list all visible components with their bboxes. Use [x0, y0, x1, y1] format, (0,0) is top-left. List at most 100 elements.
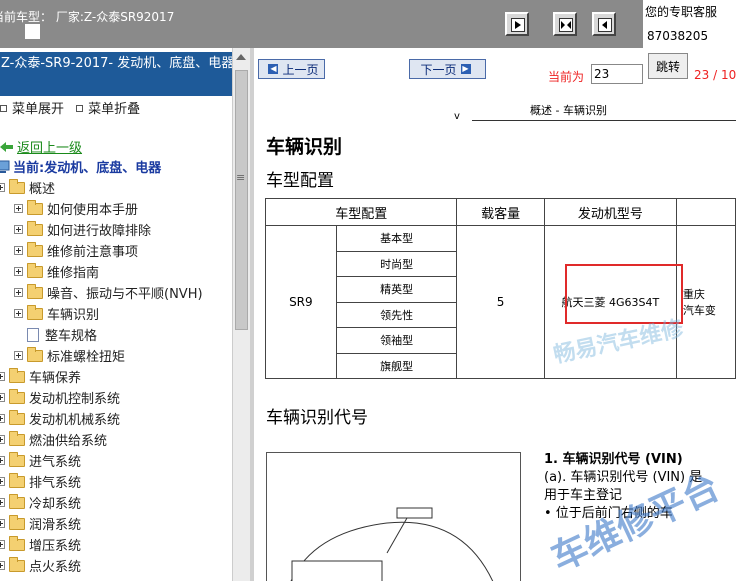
vin-figure [266, 452, 521, 581]
sidebar-item[interactable]: 噪音、振动与不平顺(NVH) [14, 282, 203, 303]
expand-icon[interactable] [0, 456, 5, 465]
expand-icon[interactable] [14, 225, 23, 234]
document-icon [27, 327, 39, 342]
current-label: 当前:发动机、底盘、电器 [13, 161, 162, 176]
square-icon [0, 105, 7, 112]
sidebar-item[interactable]: 车辆识别 [14, 303, 99, 324]
expand-icon[interactable] [14, 246, 23, 255]
vin-heading: 车辆识别代号 [266, 408, 368, 428]
prev-page-button[interactable]: ◀ 上一页 [258, 59, 325, 79]
folder-icon [27, 346, 43, 362]
sidebar-item-label: 整车规格 [45, 329, 98, 344]
sidebar-item[interactable]: 冷却系统 [0, 492, 81, 513]
sidebar-item-label: 冷却系统 [29, 497, 82, 512]
sidebar-item[interactable]: 进气系统 [0, 450, 81, 471]
vin-line: 1. 车辆识别代号 (VIN) [544, 452, 683, 467]
th-extra [675, 198, 736, 226]
cell-trim: 时尚型 [335, 250, 458, 277]
expand-icon[interactable] [14, 288, 23, 297]
header-mark: ⅴ [454, 111, 460, 122]
expand-icon[interactable] [14, 351, 23, 360]
sidebar-item[interactable]: 如何使用本手册 [14, 198, 138, 219]
collapse-menu[interactable]: 菜单折叠 [76, 102, 144, 117]
sidebar-item[interactable]: 排气系统 [0, 471, 81, 492]
cell-trim: 基本型 [335, 225, 458, 252]
sidebar-item[interactable]: 燃油供给系统 [0, 429, 107, 450]
prev-label: 上一页 [282, 62, 319, 77]
page-input[interactable] [591, 64, 643, 84]
folder-icon [9, 178, 25, 194]
expand-icon[interactable] [0, 435, 5, 444]
expand-icon[interactable] [0, 498, 5, 507]
page-total: 23 / 100 [694, 68, 736, 82]
sidebar-scrollbar[interactable]: ≡ [232, 48, 250, 581]
sidebar-item-label: 润滑系统 [29, 518, 82, 533]
current-page-label: 当前为 [548, 70, 585, 84]
folder-icon [9, 514, 25, 530]
cell-trim: 精英型 [335, 276, 458, 303]
doc-subtitle: 车型配置 [266, 171, 334, 191]
folder-icon [27, 220, 43, 236]
expand-icon[interactable] [0, 519, 5, 528]
expand-icon[interactable] [0, 393, 5, 402]
panel-split-button[interactable] [553, 12, 577, 36]
sidebar-item[interactable]: 概述 [0, 177, 55, 198]
expand-icon[interactable] [0, 372, 5, 381]
sidebar-item[interactable]: 整车规格 [14, 324, 97, 345]
chevron-left-icon: ◀ [268, 64, 279, 74]
doc-title: 车辆识别 [266, 136, 343, 158]
expand-icon[interactable] [0, 414, 5, 423]
scroll-up-icon[interactable] [236, 54, 246, 60]
sidebar-item[interactable]: 如何进行故障排除 [14, 219, 151, 240]
sidebar-item[interactable]: 润滑系统 [0, 513, 81, 534]
sidebar-item-label: 维修前注意事项 [47, 245, 139, 260]
folder-icon [9, 535, 25, 551]
th-engine: 发动机型号 [543, 198, 677, 226]
expand-icon[interactable] [0, 540, 5, 549]
cell-model: SR9 [265, 225, 337, 379]
folder-icon [9, 472, 25, 488]
document-view: ⅴ 概述 - 车辆识别 车辆识别 车型配置 车型配置 载客量 发动机型号 SR9… [254, 89, 736, 581]
expand-icon[interactable] [14, 309, 23, 318]
back-link[interactable]: 返回上一级 [0, 136, 82, 157]
sidebar-item[interactable]: 发动机控制系统 [0, 387, 120, 408]
service-phone: 87038205 [647, 29, 709, 43]
cell-trim: 领先性 [335, 301, 458, 328]
arrow-right-icon [598, 18, 612, 32]
folder-icon [9, 451, 25, 467]
expand-icon[interactable] [0, 561, 5, 570]
sidebar-item[interactable]: 维修前注意事项 [14, 240, 138, 261]
current-node: 当前:发动机、底盘、电器 [0, 156, 161, 177]
folder-icon [9, 367, 25, 383]
folder-icon [27, 283, 43, 299]
jump-button[interactable]: 跳转 [648, 53, 688, 79]
next-page-button[interactable]: 下一页 ▶ [409, 59, 486, 79]
sidebar-item-label: 点火系统 [29, 560, 82, 575]
cell-transmission: 重庆 汽车变 [675, 225, 736, 379]
expand-icon[interactable] [0, 183, 5, 192]
sidebar-tools: 菜单展开 菜单折叠 [0, 98, 148, 118]
sidebar-item[interactable]: 点火系统 [0, 555, 81, 576]
sidebar-item[interactable]: 增压系统 [0, 534, 81, 555]
expand-icon[interactable] [14, 204, 23, 213]
scroll-thumb[interactable] [235, 70, 248, 330]
sidebar-item-label: 燃油供给系统 [29, 434, 108, 449]
expand-icon[interactable] [0, 477, 5, 486]
panel-left-button[interactable] [505, 12, 529, 36]
car-diagram-icon [290, 507, 494, 581]
sidebar-item[interactable]: 维修指南 [14, 261, 99, 282]
sidebar-item-label: 车辆保养 [29, 371, 82, 386]
expand-menu[interactable]: 菜单展开 [0, 102, 68, 117]
sidebar-item-label: 排气系统 [29, 476, 82, 491]
sidebar-item[interactable]: 车辆保养 [0, 366, 81, 387]
sidebar-item[interactable]: 发动机机械系统 [0, 408, 120, 429]
top-bar: 当前车型： 厂家:Z-众泰SR92017 您的专职客服 87038205 [0, 0, 736, 48]
split-icon [559, 18, 573, 32]
sidebar-item-label: 增压系统 [29, 539, 82, 554]
sidebar-item[interactable]: 标准螺栓扭矩 [14, 345, 125, 366]
panel-right-button[interactable] [592, 12, 616, 36]
square-icon [76, 105, 84, 112]
expand-icon[interactable] [14, 267, 23, 276]
sidebar-title: Z-众泰-SR9-2017- 发动机、底盘、电器. [0, 52, 232, 96]
sidebar-item-label: 噪音、振动与不平顺(NVH) [47, 287, 203, 302]
